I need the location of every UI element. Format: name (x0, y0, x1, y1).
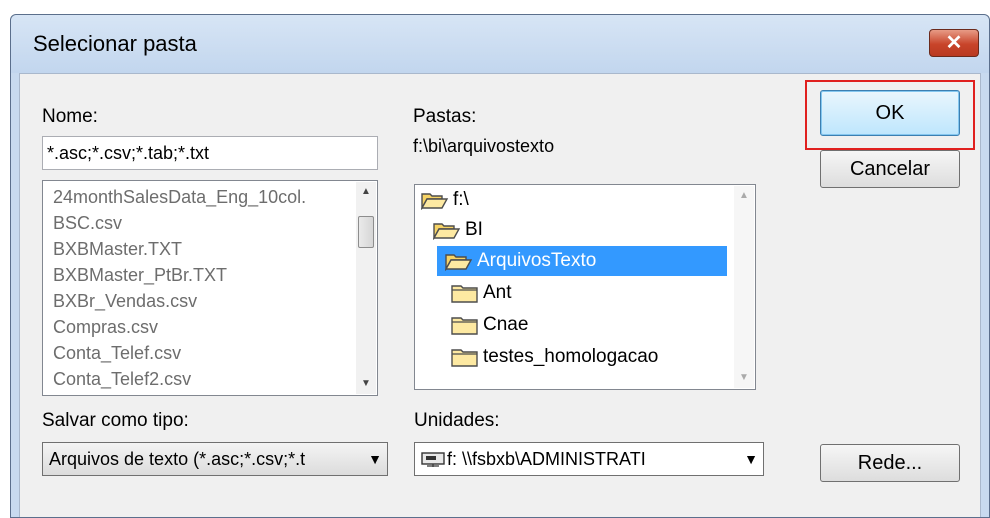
scroll-down-icon[interactable]: ▼ (356, 374, 376, 394)
open-folder-icon (433, 220, 461, 240)
file-item[interactable]: BXBMaster_PtBr.TXT (53, 265, 227, 286)
folder-icon (451, 315, 479, 335)
save-type-value: Arquivos de texto (*.asc;*.csv;*.t (49, 448, 306, 469)
folder-item-root[interactable]: f:\ (421, 185, 469, 215)
file-list-scrollbar[interactable]: ▲ ▼ (356, 182, 376, 394)
dialog-title: Selecionar pasta (33, 31, 197, 56)
drives-value: f: \\fsbxb\ADMINISTRATI (447, 448, 646, 469)
open-folder-icon (445, 251, 473, 271)
chevron-down-icon: ▼ (368, 451, 382, 467)
folder-label: BI (465, 219, 483, 240)
folder-item-arquivostexto[interactable]: ArquivosTexto (437, 246, 727, 276)
current-path: f:\bi\arquivostexto (413, 136, 555, 156)
folder-label: Ant (483, 282, 512, 303)
folder-label: testes_homologacao (483, 346, 659, 367)
folder-label: ArquivosTexto (477, 250, 597, 271)
drives-select[interactable]: f: \\fsbxb\ADMINISTRATI ▼ (414, 442, 764, 476)
folder-item-cnae[interactable]: Cnae (451, 310, 528, 340)
file-item[interactable]: Conta_Telef.csv (53, 343, 181, 364)
close-icon: ✕ (945, 32, 963, 54)
folders-label: Pastas: (413, 106, 477, 127)
folder-item-bi[interactable]: BI (433, 215, 483, 245)
drives-label: Unidades: (414, 410, 500, 431)
dialog-body: Nome: *.asc;*.csv;*.tab;*.txt 24monthSal… (19, 73, 981, 517)
file-item[interactable]: 24monthSalesData_Eng_10col. (53, 187, 306, 208)
scroll-down-icon[interactable]: ▼ (734, 368, 754, 388)
scroll-thumb[interactable] (358, 216, 374, 248)
network-drive-icon (421, 451, 445, 467)
save-type-label: Salvar como tipo: (42, 410, 189, 431)
file-item[interactable]: BSC.csv (53, 213, 122, 234)
folder-item-testes[interactable]: testes_homologacao (451, 342, 658, 372)
save-type-select[interactable]: Arquivos de texto (*.asc;*.csv;*.t ▼ (42, 442, 388, 476)
scroll-up-icon[interactable]: ▲ (356, 182, 376, 202)
folder-tree[interactable]: f:\ BI ArquivosTexto Ant Cnae testes_hom… (414, 184, 756, 390)
dialog-window: Selecionar pasta ✕ Nome: *.asc;*.csv;*.t… (10, 14, 990, 518)
open-folder-icon (421, 190, 449, 210)
folder-tree-scrollbar[interactable]: ▲ ▼ (734, 186, 754, 388)
cancel-button[interactable]: Cancelar (820, 150, 960, 188)
name-label: Nome: (42, 106, 98, 127)
ok-button[interactable]: OK (820, 90, 960, 136)
file-item[interactable]: BXBr_Vendas.csv (53, 291, 197, 312)
name-input[interactable]: *.asc;*.csv;*.tab;*.txt (42, 136, 378, 170)
folder-label: Cnae (483, 314, 529, 335)
file-item[interactable]: BXBMaster.TXT (53, 239, 182, 260)
network-button[interactable]: Rede... (820, 444, 960, 482)
close-button[interactable]: ✕ (929, 29, 979, 57)
file-item[interactable]: Conta_Telef2.csv (53, 369, 191, 390)
chevron-down-icon: ▼ (744, 451, 758, 467)
scroll-up-icon[interactable]: ▲ (734, 186, 754, 206)
folder-item-ant[interactable]: Ant (451, 278, 512, 308)
folder-icon (451, 283, 479, 303)
folder-icon (451, 347, 479, 367)
file-item[interactable]: Compras.csv (53, 317, 158, 338)
folder-label: f:\ (453, 189, 469, 210)
top-strip (0, 0, 990, 10)
name-input-value: *.asc;*.csv;*.tab;*.txt (47, 142, 210, 163)
title-bar: Selecionar pasta ✕ (11, 15, 989, 73)
file-list[interactable]: 24monthSalesData_Eng_10col. BSC.csv BXBM… (42, 180, 378, 396)
